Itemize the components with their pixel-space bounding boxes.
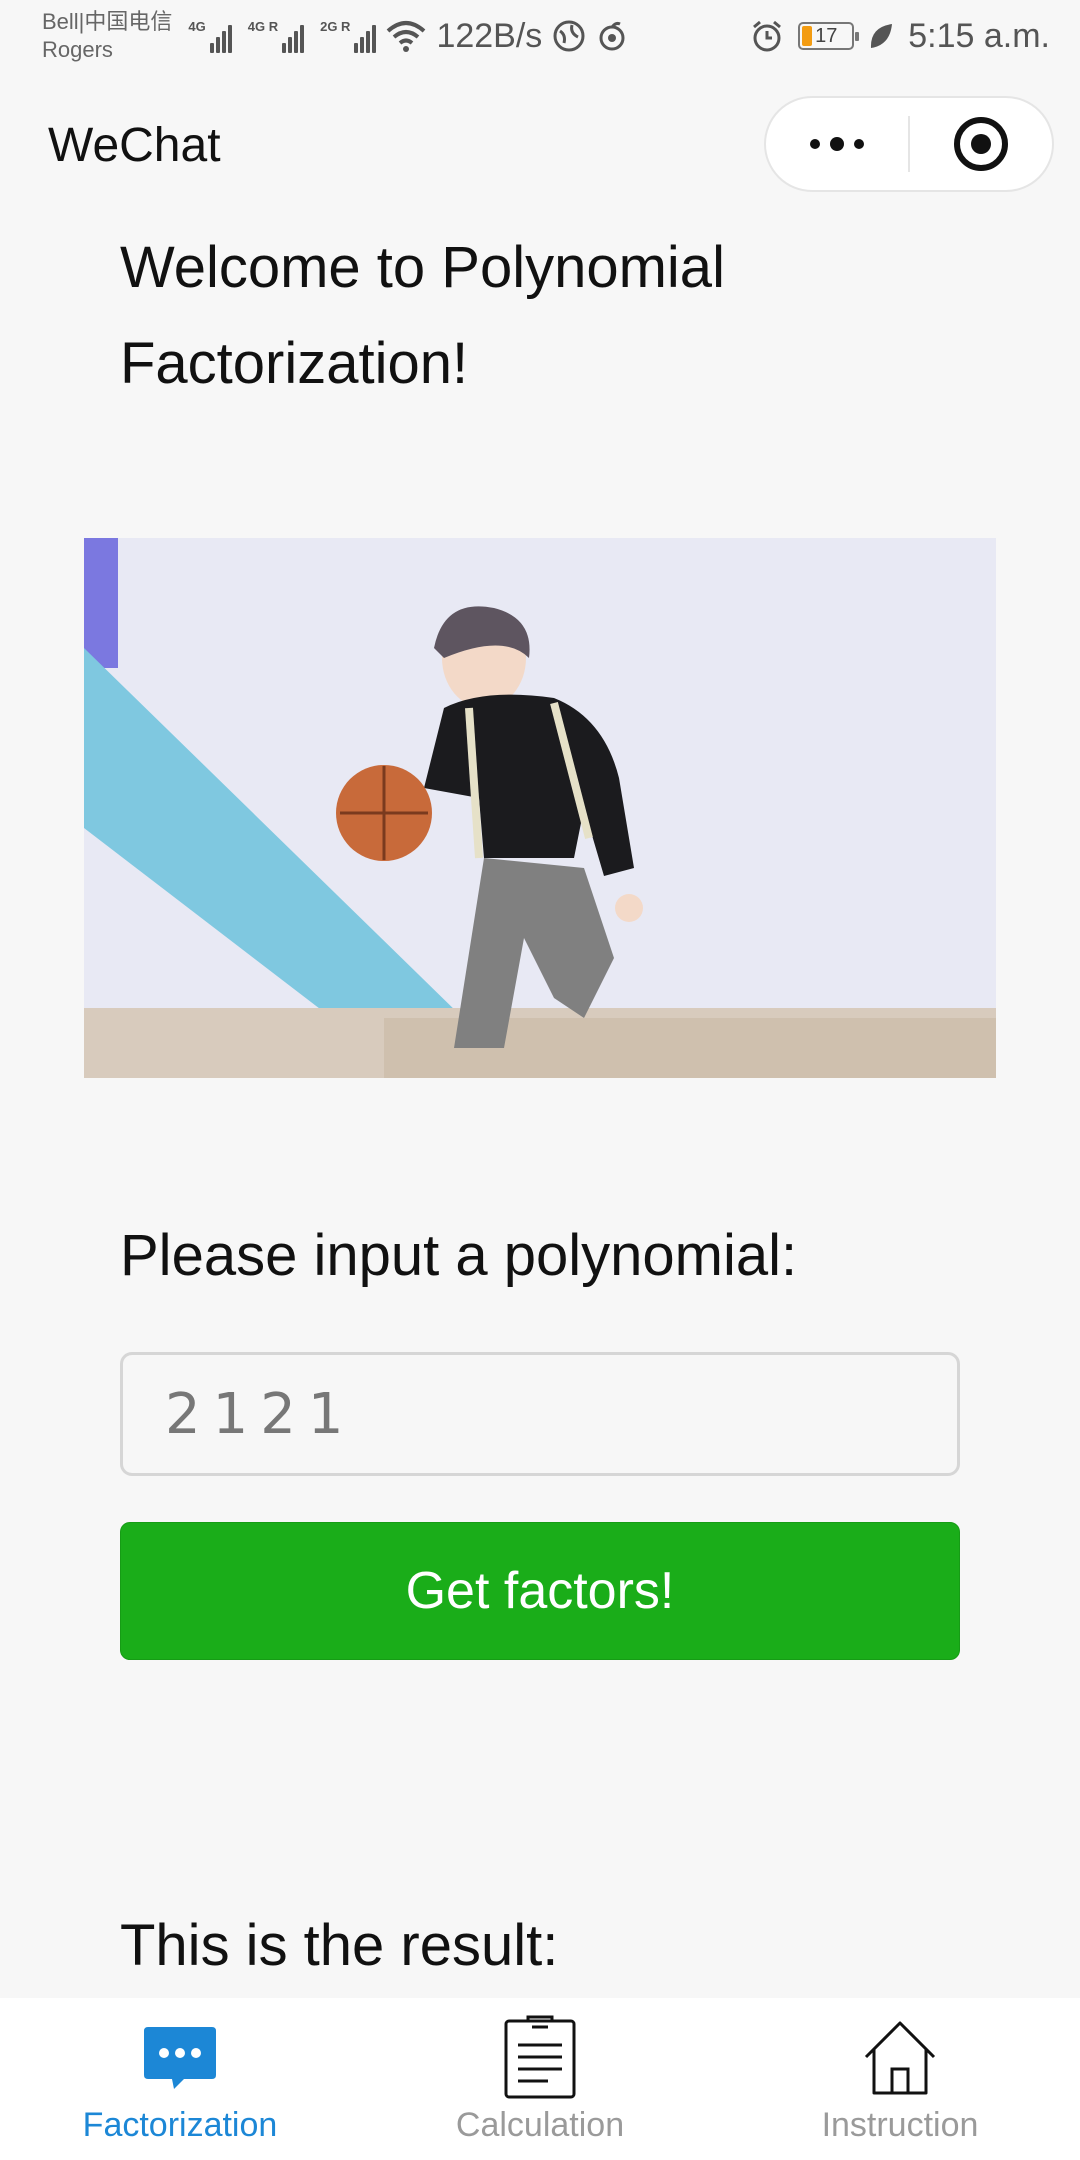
signal-icon: 4G R	[248, 19, 305, 53]
vpn-globe-icon	[553, 20, 585, 52]
tab-label: Instruction	[821, 2106, 979, 2144]
page-title: WeChat	[48, 119, 221, 172]
battery-icon: 17	[798, 22, 860, 50]
tab-label: Calculation	[455, 2106, 625, 2144]
mini-program-capsule	[764, 96, 1054, 192]
banner-image	[84, 538, 996, 1078]
alarm-icon	[753, 20, 782, 52]
result-label: This is the result:	[120, 1913, 559, 1978]
tab-factorization[interactable]: Factorization	[0, 1998, 360, 2160]
status-bar: Bell|中国电信 Rogers 4G 4G R 2G R 122B/s 17 …	[0, 0, 1080, 72]
carrier-line1: Bell|中国电信	[42, 9, 173, 34]
battery-level: 17	[815, 25, 838, 47]
tab-instruction[interactable]: Instruction	[720, 1998, 1080, 2160]
wifi-icon	[387, 21, 426, 52]
home-icon	[857, 2014, 943, 2100]
signal-icon: 4G	[188, 19, 232, 53]
net-speed: 122B/s	[436, 16, 543, 55]
music-app-icon	[599, 21, 625, 51]
more-button[interactable]	[766, 98, 908, 190]
tab-bar: Factorization Calculation Instruction	[0, 1998, 1080, 2160]
close-mini-program-button[interactable]	[910, 98, 1052, 190]
polynomial-prompt-label: Please input a polynomial:	[120, 1223, 798, 1288]
clipboard-icon	[497, 2014, 583, 2100]
leaf-icon	[871, 24, 893, 48]
carrier-info: Bell|中国电信 Rogers	[42, 8, 172, 64]
clock: 5:15 a.m.	[908, 16, 1050, 55]
more-dots-icon	[810, 137, 864, 151]
polynomial-input[interactable]	[120, 1352, 960, 1476]
nav-bar: WeChat	[0, 72, 1080, 218]
signal-icon: 2G R	[320, 19, 377, 53]
tab-label: Factorization	[82, 2106, 278, 2144]
target-icon	[954, 117, 1008, 171]
carrier-line2: Rogers	[42, 37, 113, 62]
status-bar-right: 17 5:15 a.m.	[750, 17, 1050, 56]
tab-calculation[interactable]: Calculation	[360, 1998, 720, 2160]
get-factors-button[interactable]: Get factors!	[120, 1522, 960, 1660]
welcome-heading: Welcome to Polynomial Factorization!	[120, 235, 725, 396]
status-bar-left: Bell|中国电信 Rogers 4G 4G R 2G R 122B/s	[42, 8, 628, 64]
chat-bubble-icon	[137, 2014, 223, 2100]
